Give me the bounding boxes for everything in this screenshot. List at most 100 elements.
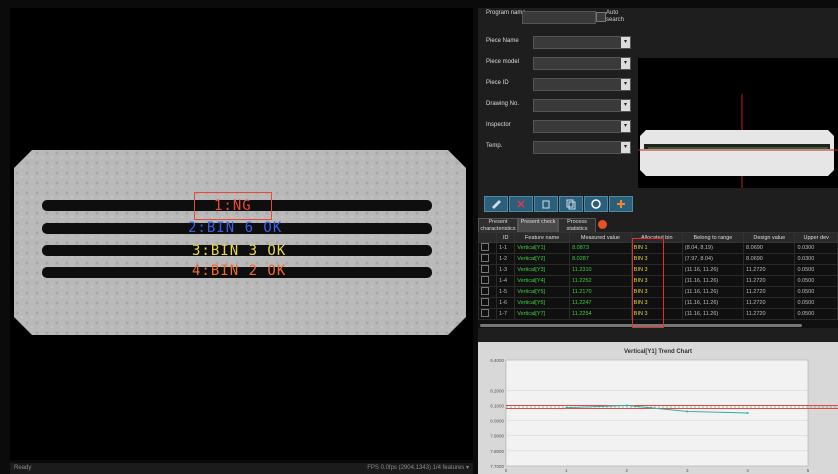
column-header[interactable]: Belong to range xyxy=(681,232,745,243)
table-cell: 11.2720 xyxy=(743,275,796,287)
row-checkbox[interactable] xyxy=(481,243,489,251)
table-cell: 1-1 xyxy=(496,242,516,254)
table-cell: 11.2720 xyxy=(743,286,796,298)
plot-area xyxy=(505,359,809,467)
part-preview[interactable] xyxy=(638,58,838,188)
chevron-down-icon: ▾ xyxy=(621,121,630,132)
auto-search-label: Auto search xyxy=(606,10,625,23)
x-tick-label: 4 xyxy=(746,468,749,473)
column-header[interactable]: Upper dev xyxy=(794,232,838,243)
table-cell: (11.16, 11.26) xyxy=(681,286,745,298)
trend-point xyxy=(625,404,628,407)
y-tick-label: 7.9000 xyxy=(490,434,504,439)
table-cell: (11.16, 11.26) xyxy=(681,275,745,287)
y-tick-label: 7.8000 xyxy=(490,449,504,454)
field-label-drawing-no: Drawing No. xyxy=(486,101,520,107)
table-cell: 8.0287 xyxy=(569,253,632,265)
add-button[interactable] xyxy=(609,196,633,212)
trend-chart: Vertical[Y1] Trend Chart 8.4000 8.2000 8.10… xyxy=(478,342,838,474)
table-cell: 11.2252 xyxy=(569,275,632,287)
table-cell: Vertical[Y1] xyxy=(514,242,571,254)
y-tick-label: 8.1000 xyxy=(490,403,504,408)
table-cell xyxy=(477,308,498,320)
drawing-no-select[interactable]: ▾ xyxy=(533,99,631,112)
status-text: Ready xyxy=(14,465,32,471)
trend-point xyxy=(746,412,749,414)
y-tick-label: 7.7000 xyxy=(490,464,504,469)
chevron-down-icon: ▾ xyxy=(621,142,630,153)
row-checkbox[interactable] xyxy=(481,254,489,262)
table-cell xyxy=(477,286,498,298)
edit-icon xyxy=(492,200,501,209)
copy-icon xyxy=(566,199,576,210)
table-cell xyxy=(477,275,498,287)
chevron-down-icon: ▾ xyxy=(621,100,630,111)
piece-model-select[interactable]: ▾ xyxy=(533,57,631,70)
chart-title: Vertical[Y1] Trend Chart xyxy=(624,349,692,355)
table-cell: 0.0500 xyxy=(794,264,838,276)
row-checkbox[interactable] xyxy=(481,265,489,273)
table-cell: (7.97, 8.04) xyxy=(681,253,745,265)
table-cell xyxy=(477,264,498,276)
table-cell: 1-4 xyxy=(496,275,516,287)
refresh-button[interactable] xyxy=(584,196,608,212)
row-checkbox[interactable] xyxy=(481,276,489,284)
annotation-1: 1:NG xyxy=(214,198,252,214)
copy-button[interactable] xyxy=(559,196,583,212)
table-cell xyxy=(477,297,498,309)
column-header[interactable]: Design value xyxy=(743,232,796,243)
table-cell xyxy=(477,253,498,265)
table-cell: 8.0690 xyxy=(743,242,796,254)
table-cell: Vertical[Y4] xyxy=(514,275,571,287)
chevron-down-icon: ▾ xyxy=(621,37,630,48)
table-cell: 8.0873 xyxy=(569,242,632,254)
allocated-bin-highlight xyxy=(632,238,664,328)
row-checkbox[interactable] xyxy=(481,287,489,295)
x-tick-label: 2 xyxy=(626,468,629,473)
table-cell: 8.0690 xyxy=(743,253,796,265)
temp-select[interactable]: ▾ xyxy=(533,141,631,154)
x-tick-label: 0 xyxy=(505,468,508,473)
table-cell: 0.0500 xyxy=(794,297,838,309)
table-cell: 1-5 xyxy=(496,286,516,298)
table-cell: (11.16, 11.26) xyxy=(681,308,745,320)
y-tick-label: 8.2000 xyxy=(490,388,504,393)
table-cell: Vertical[Y2] xyxy=(514,253,571,265)
table-cell: 11.2310 xyxy=(569,264,632,276)
piece-id-select[interactable]: ▾ xyxy=(533,78,631,91)
trash-icon xyxy=(542,200,550,209)
table-cell: (11.16, 11.26) xyxy=(681,264,745,276)
inspector-select[interactable]: ▾ xyxy=(533,120,631,133)
trend-point xyxy=(686,410,689,413)
trash-button[interactable] xyxy=(534,196,558,212)
table-cell: (11.16, 11.26) xyxy=(681,297,745,309)
table-cell: 11.2720 xyxy=(743,297,796,309)
table-cell: 0.0500 xyxy=(794,286,838,298)
table-cell: 11.2254 xyxy=(569,308,632,320)
chevron-down-icon: ▾ xyxy=(621,79,630,90)
column-header[interactable]: ID xyxy=(496,232,516,243)
column-header[interactable]: Feature name xyxy=(514,232,571,243)
delete-button[interactable] xyxy=(509,196,533,212)
annotation-3: 3:BIN 3 OK xyxy=(192,243,287,259)
x-tick-label: 5 xyxy=(807,468,810,473)
edit-button[interactable] xyxy=(484,196,508,212)
y-tick-label: 8.0000 xyxy=(490,419,504,424)
add-icon xyxy=(617,200,625,208)
field-label-piece-id: Piece ID xyxy=(486,80,509,86)
table-cell: 11.2720 xyxy=(743,264,796,276)
field-label-piece-name: Piece Name xyxy=(486,38,519,44)
table-cell: Vertical[Y7] xyxy=(514,308,571,320)
column-header[interactable] xyxy=(477,232,498,243)
row-checkbox[interactable] xyxy=(481,309,489,317)
status-coordinates: FPS 0.0fps (2904,1343) 1/4 features ▾ xyxy=(367,465,469,471)
table-cell: 1-2 xyxy=(496,253,516,265)
delete-icon xyxy=(517,200,525,208)
program-name-input[interactable] xyxy=(522,11,596,24)
row-checkbox[interactable] xyxy=(481,298,489,306)
piece-name-select[interactable]: ▾ xyxy=(533,36,631,49)
auto-search-checkbox[interactable] xyxy=(596,12,606,22)
settings-gear-icon[interactable] xyxy=(598,220,607,229)
column-header[interactable]: Measured value xyxy=(569,232,632,243)
table-cell: Vertical[Y5] xyxy=(514,286,571,298)
